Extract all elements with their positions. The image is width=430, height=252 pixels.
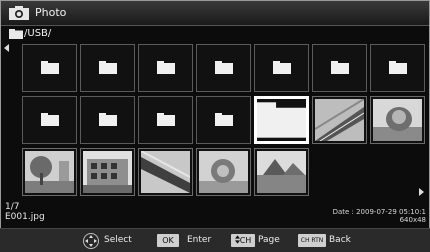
camera-icon: [9, 6, 29, 20]
select-hint: Select: [104, 235, 132, 245]
photo-tile[interactable]: [312, 96, 367, 144]
photo-tile[interactable]: [22, 148, 77, 196]
folder-tile[interactable]: [196, 96, 251, 144]
folder-tile[interactable]: [138, 44, 193, 92]
photo-thumbnail-icon: [373, 99, 422, 141]
folder-icon: [99, 113, 117, 126]
ch-key-label: CH: [239, 236, 252, 245]
folder-tile[interactable]: [196, 44, 251, 92]
folder-icon: [215, 113, 233, 126]
page-title: Photo: [35, 6, 67, 19]
folder-icon: [389, 61, 407, 74]
folder-icon: [99, 61, 117, 74]
folder-icon: [9, 29, 23, 39]
folder-icon: [331, 61, 349, 74]
photo-thumbnail-icon: [199, 151, 248, 193]
scroll-left-arrow-icon[interactable]: [2, 42, 12, 54]
folder-tile[interactable]: [80, 96, 135, 144]
folder-icon: [41, 113, 59, 126]
folder-tile[interactable]: [370, 44, 425, 92]
ch-rtn-key[interactable]: CH RTN: [298, 234, 326, 247]
photo-tile[interactable]: [254, 148, 309, 196]
folder-tile[interactable]: [22, 96, 77, 144]
folder-icon: [257, 102, 306, 138]
folder-tile[interactable]: [138, 96, 193, 144]
photo-thumbnail-icon: [315, 99, 364, 141]
file-name: E001.jpg: [5, 212, 45, 222]
help-bar: Select OK Enter CH Page CH RTN Back: [0, 228, 430, 252]
folder-tile[interactable]: [312, 44, 367, 92]
item-counter: 1/7: [5, 202, 20, 212]
photo-tile[interactable]: [370, 96, 425, 144]
folder-tile[interactable]: [80, 44, 135, 92]
current-path: /USB/: [24, 28, 52, 39]
dpad-icon: [83, 233, 99, 249]
breadcrumb: /USB/: [1, 26, 429, 42]
back-hint: Back: [329, 235, 351, 245]
photo-tile[interactable]: [80, 148, 135, 196]
photo-thumbnail-icon: [25, 151, 74, 193]
folder-icon: [157, 113, 175, 126]
folder-icon: [273, 61, 291, 74]
ch-key[interactable]: CH: [231, 234, 255, 247]
file-date: Date : 2009-07-29 05:10:1: [332, 208, 426, 216]
photo-thumbnail-icon: [141, 151, 190, 193]
title-bar: Photo: [1, 1, 429, 26]
photo-thumbnail-icon: [257, 151, 306, 193]
ok-key[interactable]: OK: [157, 234, 179, 247]
page-hint: Page: [258, 235, 280, 245]
folder-icon: [157, 61, 175, 74]
photo-thumbnail-icon: [83, 151, 132, 193]
enter-hint: Enter: [187, 235, 212, 245]
folder-tile[interactable]: [254, 44, 309, 92]
file-resolution: 640x48: [399, 216, 426, 224]
photo-tile[interactable]: [196, 148, 251, 196]
folder-tile[interactable]: [22, 44, 77, 92]
folder-tile[interactable]: [254, 96, 309, 144]
folder-icon: [215, 61, 233, 74]
folder-icon: [41, 61, 59, 74]
scroll-right-arrow-icon[interactable]: [416, 186, 426, 198]
photo-tile[interactable]: [138, 148, 193, 196]
